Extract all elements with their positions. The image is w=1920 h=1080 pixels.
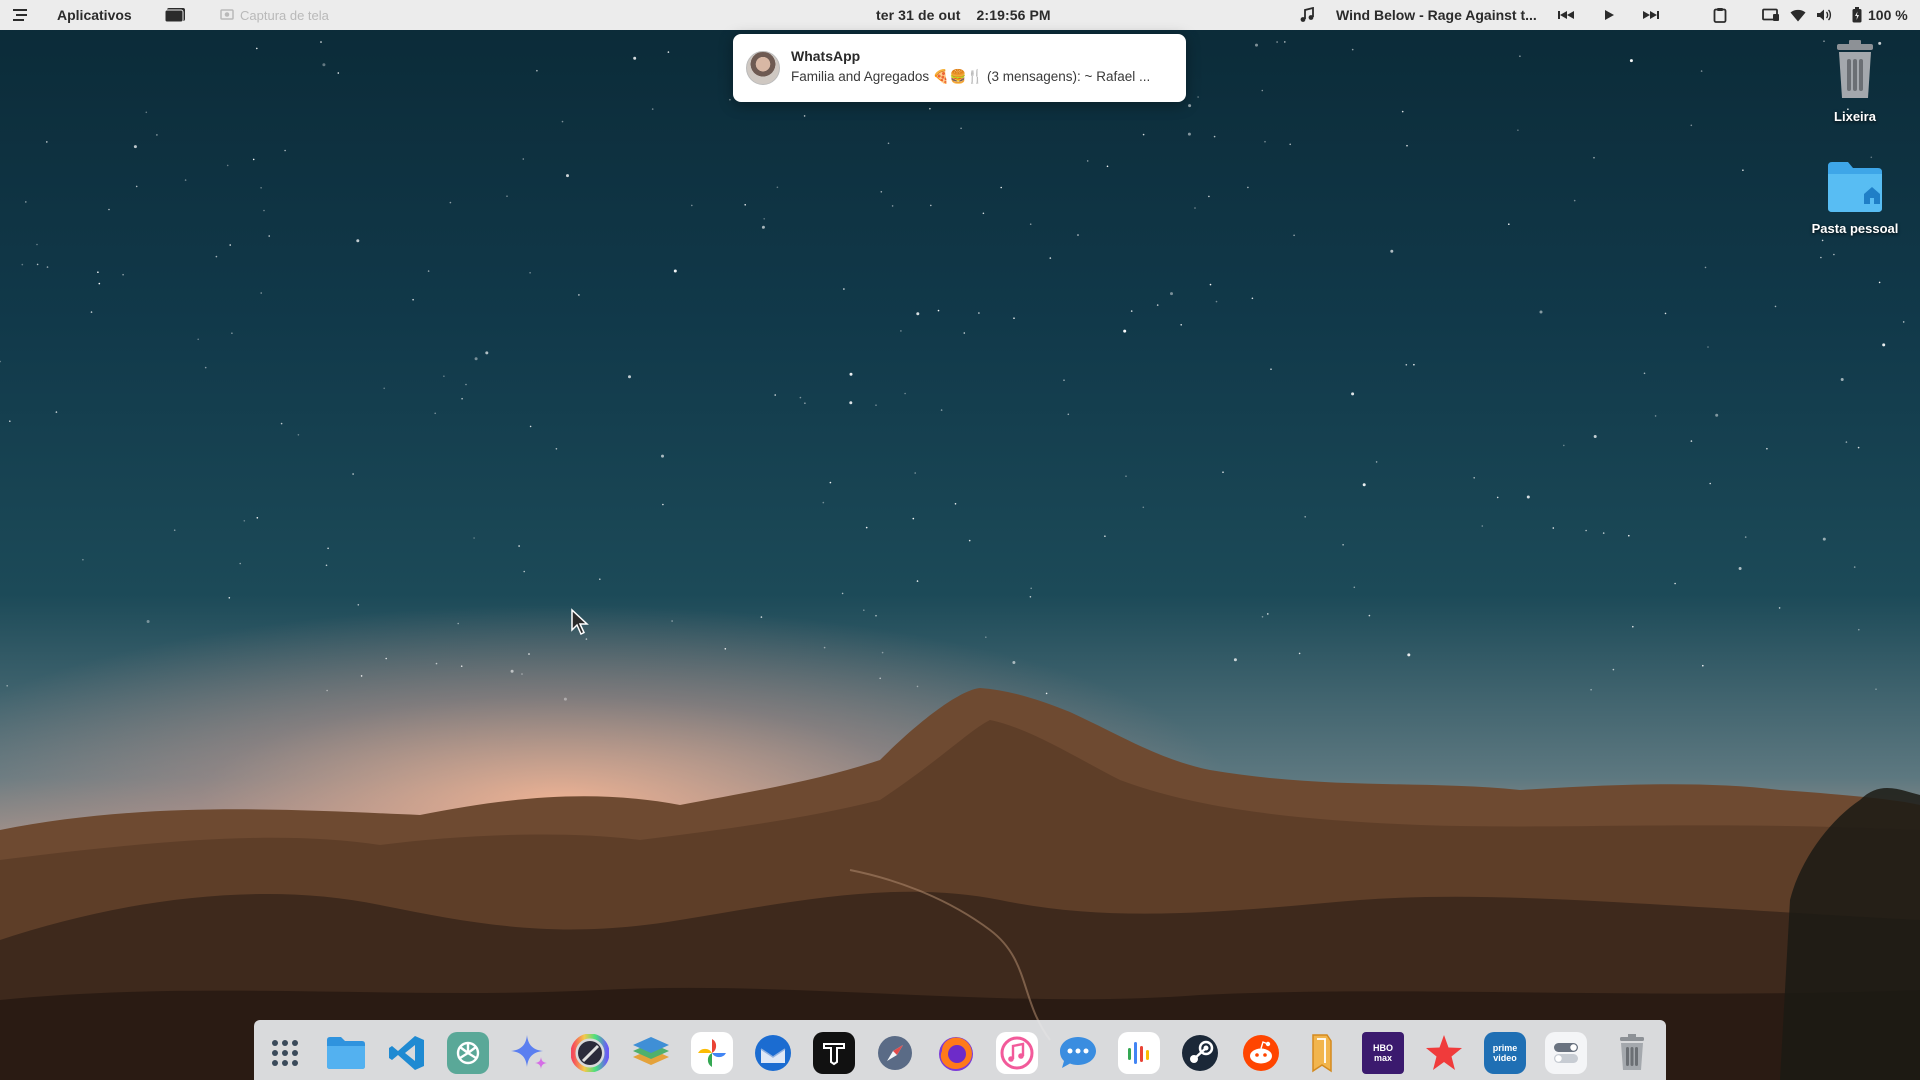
notification-popup[interactable]: WhatsApp Familia and Agregados 🍕🍔🍴 (3 me… bbox=[733, 34, 1186, 102]
gemini-icon[interactable] bbox=[508, 1032, 550, 1074]
menu-icon[interactable] bbox=[12, 0, 28, 30]
notification-body: Familia and Agregados 🍕🍔🍴 (3 mensagens):… bbox=[791, 69, 1151, 84]
top-bar: Aplicativos Captura de tela ter 31 de ou… bbox=[0, 0, 1920, 30]
chatgpt-icon[interactable] bbox=[447, 1032, 489, 1074]
steam-icon[interactable] bbox=[1179, 1032, 1221, 1074]
desktop-wallpaper bbox=[0, 0, 1920, 1080]
layers-icon[interactable] bbox=[630, 1032, 672, 1074]
messages-icon[interactable] bbox=[1057, 1032, 1099, 1074]
bookmark-icon[interactable] bbox=[1301, 1032, 1343, 1074]
prime-video-label: prime video bbox=[1492, 1043, 1518, 1063]
screenshot-label: Captura de tela bbox=[240, 7, 329, 23]
hbo-max-label: HBO max bbox=[1373, 1043, 1393, 1063]
home-folder-icon bbox=[1800, 160, 1910, 217]
wifi-icon[interactable] bbox=[1790, 0, 1806, 30]
color-picker-icon[interactable] bbox=[569, 1032, 611, 1074]
hbo-max-icon[interactable]: HBO max bbox=[1362, 1032, 1404, 1074]
thunderbird-icon[interactable] bbox=[752, 1032, 794, 1074]
files-icon[interactable] bbox=[325, 1032, 367, 1074]
desktop-trash[interactable]: Lixeira bbox=[1800, 40, 1910, 124]
now-playing-label[interactable]: Wind Below - Rage Against t... bbox=[1336, 0, 1537, 30]
mouse-cursor bbox=[570, 608, 590, 641]
toggle-settings-icon[interactable] bbox=[1545, 1032, 1587, 1074]
window-icon[interactable] bbox=[164, 0, 186, 30]
applications-menu[interactable]: Aplicativos bbox=[57, 0, 132, 30]
music-icon[interactable] bbox=[996, 1032, 1038, 1074]
next-track-icon[interactable] bbox=[1643, 0, 1659, 30]
trash-icon[interactable] bbox=[1611, 1032, 1653, 1074]
notification-app-name: WhatsApp bbox=[791, 48, 861, 64]
vscode-icon[interactable] bbox=[386, 1032, 428, 1074]
time-label: 2:19:56 PM bbox=[976, 7, 1051, 23]
home-folder-label: Pasta pessoal bbox=[1811, 221, 1899, 236]
screenshot-item[interactable]: Captura de tela bbox=[220, 0, 329, 30]
screenshot-icon bbox=[220, 7, 234, 24]
trash-label: Lixeira bbox=[1834, 109, 1876, 124]
battery-icon[interactable] bbox=[1852, 0, 1862, 30]
avatar bbox=[746, 51, 780, 85]
prime-video-icon[interactable]: prime video bbox=[1484, 1032, 1526, 1074]
clipboard-icon[interactable] bbox=[1713, 0, 1727, 30]
desktop-home-folder[interactable]: Pasta pessoal bbox=[1800, 160, 1910, 236]
music-note-icon[interactable] bbox=[1299, 0, 1315, 30]
dock: HBO max prime video bbox=[254, 1020, 1666, 1080]
screen-icon[interactable] bbox=[1762, 0, 1780, 30]
safari-compass-icon[interactable] bbox=[874, 1032, 916, 1074]
google-photos-icon[interactable] bbox=[691, 1032, 733, 1074]
clock[interactable]: ter 31 de out 2:19:56 PM bbox=[876, 0, 1051, 30]
reddit-icon[interactable] bbox=[1240, 1032, 1282, 1074]
firefox-icon[interactable] bbox=[935, 1032, 977, 1074]
date-label: ter 31 de out bbox=[876, 7, 961, 23]
battery-percentage[interactable]: 100 % bbox=[1868, 0, 1908, 30]
equalizer-icon[interactable] bbox=[1118, 1032, 1160, 1074]
starred-icon[interactable] bbox=[1423, 1032, 1465, 1074]
typora-icon[interactable] bbox=[813, 1032, 855, 1074]
volume-icon[interactable] bbox=[1816, 0, 1832, 30]
trash-icon bbox=[1800, 40, 1910, 105]
play-icon[interactable] bbox=[1603, 0, 1615, 30]
app-grid-icon[interactable] bbox=[264, 1032, 306, 1074]
previous-track-icon[interactable] bbox=[1558, 0, 1574, 30]
